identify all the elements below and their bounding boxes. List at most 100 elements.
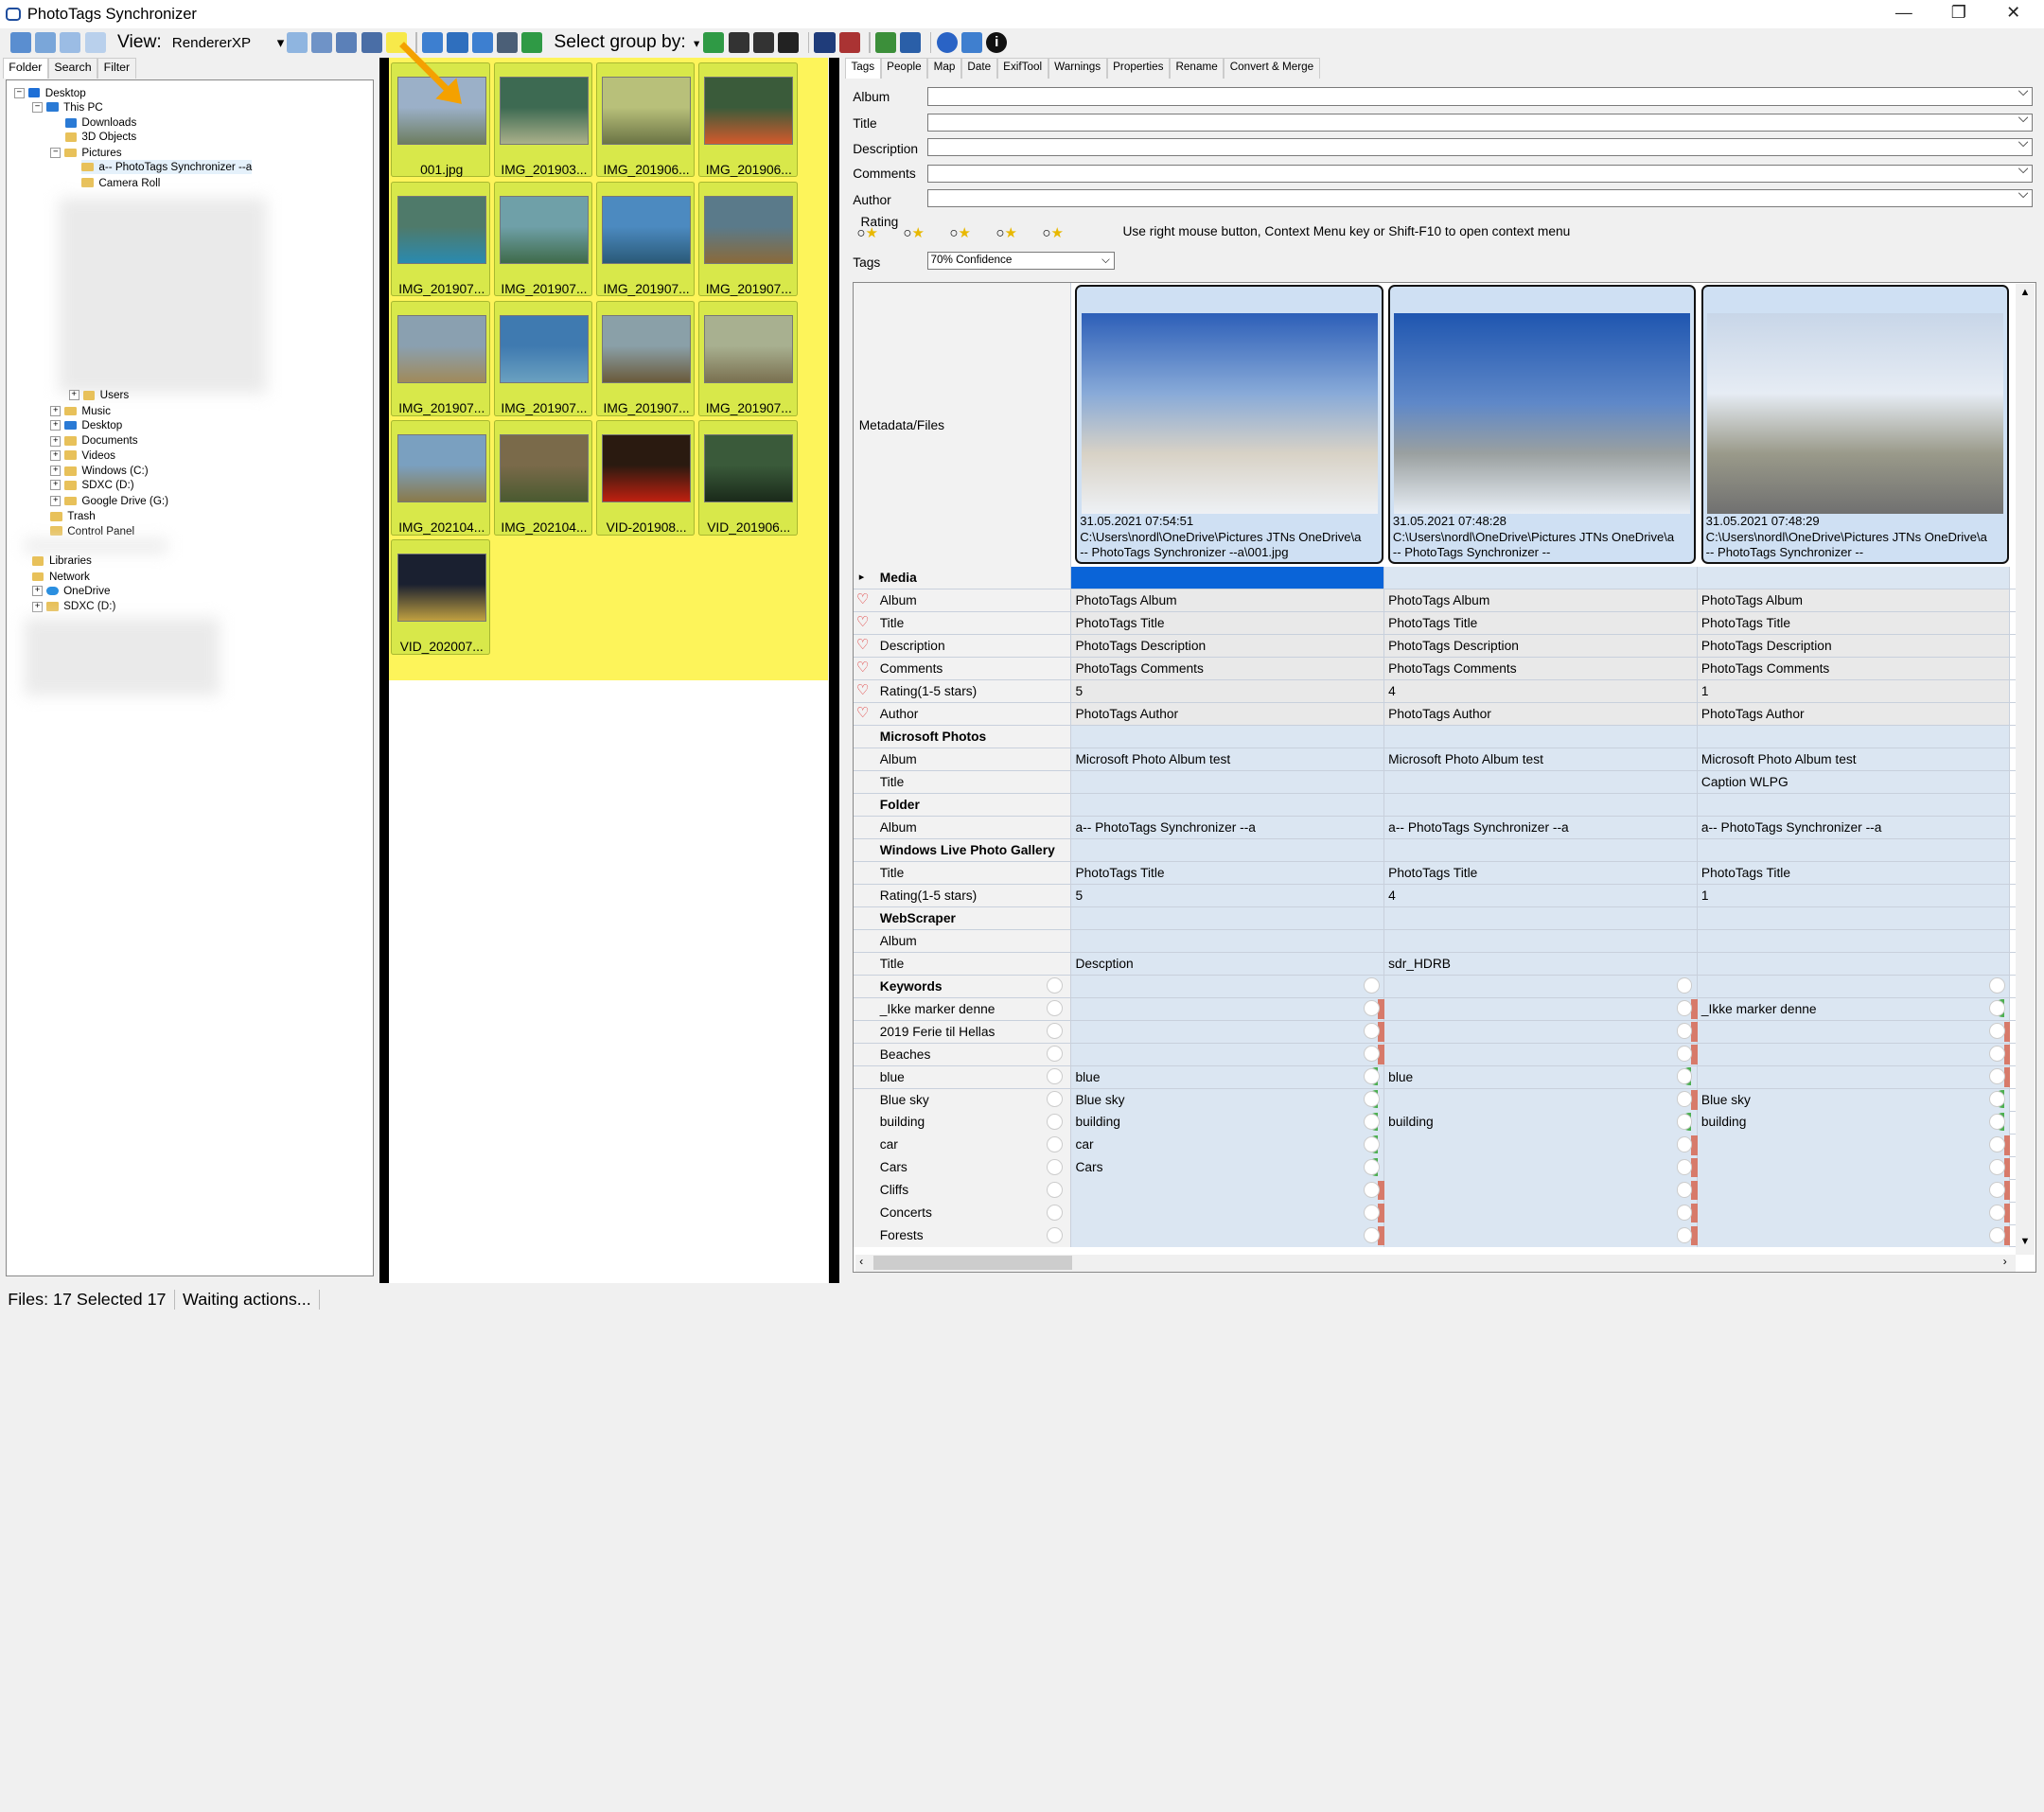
metadata-grid[interactable]: Metadata/Files Media ▸ Album ♡ PhotoTags Alb… bbox=[853, 281, 2037, 1273]
keyword-toggle[interactable] bbox=[1989, 1227, 2005, 1243]
grid-cell[interactable]: PhotoTags Album bbox=[1071, 589, 1385, 612]
settings-gear-icon[interactable] bbox=[936, 32, 958, 54]
filter-icon[interactable] bbox=[961, 32, 983, 54]
grid-cell[interactable] bbox=[1071, 725, 1385, 748]
tree-item-control-panel[interactable]: Control Panel bbox=[67, 524, 134, 538]
thumbnail-item[interactable]: IMG_201906... bbox=[697, 62, 798, 178]
tags-confidence-select[interactable]: 70% Confidence ⌵ bbox=[926, 251, 1116, 271]
list-view-icon[interactable] bbox=[35, 32, 57, 54]
scroll-thumb[interactable] bbox=[873, 1256, 1072, 1271]
grid-cell[interactable] bbox=[1384, 975, 1698, 998]
tree-item-music[interactable]: Music bbox=[81, 404, 111, 418]
grid-cell[interactable] bbox=[1071, 567, 1385, 589]
thumbnail-large-icon[interactable] bbox=[336, 32, 358, 54]
tree-item-libraries[interactable]: Libraries bbox=[49, 554, 92, 568]
keyword-toggle[interactable] bbox=[1047, 977, 1063, 994]
grid-cell[interactable]: 4 bbox=[1384, 679, 1698, 703]
keyword-toggle[interactable] bbox=[1676, 1159, 1693, 1175]
keyword-toggle[interactable] bbox=[1989, 1159, 2005, 1175]
keyword-toggle[interactable] bbox=[1676, 1046, 1693, 1062]
tab-map[interactable]: Map bbox=[927, 57, 961, 79]
keyword-toggle[interactable] bbox=[1364, 1023, 1380, 1039]
keyword-toggle[interactable] bbox=[1364, 1227, 1380, 1243]
tree-item-documents[interactable]: Documents bbox=[81, 433, 137, 448]
photo-column-header[interactable]: 31.05.2021 07:48:29 C:\Users\nordl\OneDri… bbox=[1700, 285, 2010, 565]
keyword-toggle[interactable] bbox=[1676, 1068, 1693, 1084]
select-group-icon[interactable] bbox=[703, 32, 725, 54]
grid-cell[interactable]: PhotoTags Title bbox=[1071, 861, 1385, 885]
keyword-toggle[interactable] bbox=[1047, 1114, 1063, 1130]
rating-radio-3[interactable]: ○★ bbox=[949, 225, 971, 241]
grid-cell[interactable] bbox=[1697, 1043, 2011, 1065]
grid-cell[interactable] bbox=[1384, 1088, 1698, 1111]
grid-cell[interactable] bbox=[1697, 1202, 2011, 1224]
grid-cell[interactable]: blue bbox=[1071, 1065, 1385, 1088]
photo-column-header[interactable]: 31.05.2021 07:48:28 C:\Users\nordl\OneDri… bbox=[1388, 285, 1697, 565]
grid-cell[interactable]: blue bbox=[1384, 1065, 1698, 1088]
thumbnail-item[interactable]: IMG_201907... bbox=[697, 301, 798, 416]
thumbnail-panel[interactable]: 001.jpg IMG_201903... IMG_201906... IMG_201… bbox=[388, 57, 829, 681]
grid-cell[interactable] bbox=[1384, 1224, 1698, 1247]
grid-cell[interactable]: building bbox=[1384, 1111, 1698, 1134]
thumbnail-item[interactable]: IMG_201907... bbox=[493, 301, 593, 416]
grid-cell[interactable] bbox=[1697, 1224, 2011, 1247]
grid-cell[interactable]: Caption WLPG bbox=[1697, 770, 2011, 794]
delete-icon[interactable] bbox=[838, 32, 860, 54]
grid-cell[interactable] bbox=[1384, 1179, 1698, 1202]
tree-item-desktop-2[interactable]: Desktop bbox=[81, 418, 122, 432]
horizontal-scrollbar[interactable]: ‹ › bbox=[855, 1254, 2017, 1272]
rating-radio-4[interactable]: ○★ bbox=[996, 225, 1017, 241]
grid-cell[interactable]: PhotoTags Title bbox=[1071, 611, 1385, 635]
tab-rename[interactable]: Rename bbox=[1169, 57, 1225, 79]
map-icon[interactable] bbox=[875, 32, 897, 54]
tab-convert-merge[interactable]: Convert & Merge bbox=[1224, 57, 1320, 79]
keyword-toggle[interactable] bbox=[1364, 1136, 1380, 1152]
grid-cell[interactable] bbox=[1697, 1179, 2011, 1202]
favorite-heart-icon[interactable]: ♡ bbox=[856, 615, 870, 629]
grid-cell[interactable] bbox=[1384, 1043, 1698, 1065]
grid-cell[interactable]: PhotoTags Description bbox=[1384, 634, 1698, 658]
tree-item-sdxc-d[interactable]: SDXC (D:) bbox=[81, 478, 133, 492]
keyword-toggle[interactable] bbox=[1989, 1091, 2005, 1107]
details-view-icon[interactable] bbox=[10, 32, 32, 54]
rating-radio-2[interactable]: ○★ bbox=[903, 225, 925, 241]
grid-cell[interactable] bbox=[1071, 1179, 1385, 1202]
grid-cell[interactable]: 1 bbox=[1697, 884, 2011, 907]
keyword-toggle[interactable] bbox=[1989, 1068, 2005, 1084]
grid-cell[interactable] bbox=[1071, 906, 1385, 930]
rating-radio-group[interactable]: ○★ ○★ ○★ ○★ ○★ bbox=[856, 224, 1064, 241]
keyword-toggle[interactable] bbox=[1989, 1182, 2005, 1198]
grid-cell[interactable] bbox=[1071, 770, 1385, 794]
scroll-right-icon[interactable]: › bbox=[2003, 1255, 2007, 1268]
thumbnail-item[interactable]: IMG_201907... bbox=[595, 301, 696, 416]
grid-view-2-icon[interactable] bbox=[752, 32, 774, 54]
keyword-toggle[interactable] bbox=[1676, 977, 1693, 994]
grid-cell[interactable]: PhotoTags Album bbox=[1697, 589, 2011, 612]
grid-cell[interactable]: PhotoTags Album bbox=[1384, 589, 1698, 612]
thumbnail-small-icon[interactable] bbox=[287, 32, 308, 54]
grid-cell[interactable]: 1 bbox=[1697, 679, 2011, 703]
tree-item-google-drive[interactable]: Google Drive (G:) bbox=[81, 494, 168, 508]
keyword-toggle[interactable] bbox=[1989, 1000, 2005, 1016]
grid-cell[interactable] bbox=[1384, 997, 1698, 1021]
grid-view-1-icon[interactable] bbox=[728, 32, 749, 54]
keyword-toggle[interactable] bbox=[1989, 1205, 2005, 1221]
grid-cell[interactable] bbox=[1384, 1134, 1698, 1156]
keyword-toggle[interactable] bbox=[1364, 1114, 1380, 1130]
thumbnail-item[interactable]: IMG_201907... bbox=[697, 182, 798, 297]
grid-cell[interactable] bbox=[1697, 1065, 2011, 1088]
keyword-toggle[interactable] bbox=[1364, 1068, 1380, 1084]
grid-cell[interactable]: a-- PhotoTags Synchronizer --a bbox=[1697, 816, 2011, 839]
folder-tree[interactable]: − Desktop − This PC Downloads 3D Objects −… bbox=[5, 79, 375, 1277]
tab-folder[interactable]: Folder bbox=[2, 57, 48, 79]
scroll-down-icon[interactable]: ▼ bbox=[2020, 1236, 2031, 1247]
grid-cell[interactable] bbox=[1384, 1020, 1698, 1043]
keyword-toggle[interactable] bbox=[1364, 1091, 1380, 1107]
tree-item-phototags[interactable]: a-- PhotoTags Synchronizer --a bbox=[98, 160, 252, 174]
photo-column-header[interactable]: 31.05.2021 07:54:51 C:\Users\nordl\OneDri… bbox=[1075, 285, 1383, 565]
grid-cell[interactable]: Microsoft Photo Album test bbox=[1071, 748, 1385, 771]
thumbnail-item[interactable]: VID-201908... bbox=[595, 420, 696, 536]
grid-cell[interactable] bbox=[1697, 929, 2011, 953]
grid-cell[interactable] bbox=[1071, 1020, 1385, 1043]
keyword-toggle[interactable] bbox=[1364, 1205, 1380, 1221]
